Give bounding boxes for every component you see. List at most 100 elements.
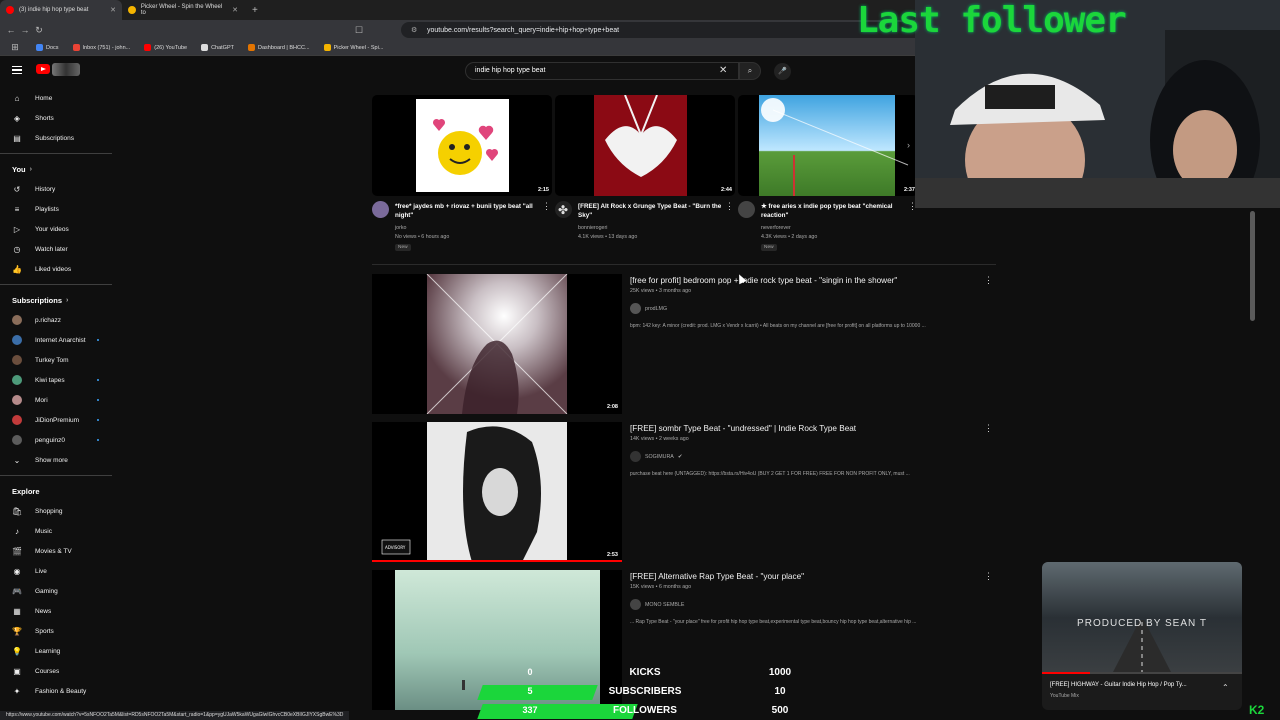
reload-icon[interactable]: ↻ <box>32 25 46 36</box>
short-title[interactable]: *free* jaydes mb + riovaz + bunii type b… <box>395 202 547 220</box>
sidebar-subscriptions-heading[interactable]: Subscriptions › <box>0 290 114 310</box>
channel-name[interactable]: SOGIMURA <box>645 454 674 460</box>
short-title[interactable]: [FREE] Alt Rock x Grunge Type Beat - "Bu… <box>578 202 730 220</box>
search-input[interactable]: indie hip hop type beat <box>465 62 739 80</box>
site-info-icon[interactable]: ⚙ <box>411 26 417 34</box>
sidebar-item-watch-later[interactable]: ◷ Watch later <box>0 239 114 259</box>
youtube-logo-icon[interactable] <box>36 64 50 74</box>
apps-icon[interactable]: ⊞ <box>8 42 22 53</box>
sidebar-item-internet-anarchist[interactable]: Internet Anarchist <box>0 330 114 350</box>
channel-row[interactable]: SOGIMURA ✔ <box>630 451 682 462</box>
back-icon[interactable]: ← <box>4 25 18 35</box>
mini-player[interactable]: PRODUCED BY SEAN T [FREE] HIGHWAY - Guit… <box>1042 562 1242 710</box>
short-thumbnail[interactable]: 2:15 <box>372 95 552 196</box>
short-card[interactable]: 2:37 ★ free aries x indie pop type beat … <box>738 95 918 255</box>
sidebar-item-movies-tv[interactable]: 🎬 Movies & TV <box>0 541 114 561</box>
more-actions-icon[interactable]: ⋮ <box>984 571 993 582</box>
sidebar-item-liked-videos[interactable]: 👍 Liked videos <box>0 259 114 279</box>
bookmark-chatgpt[interactable]: ChatGPT <box>201 44 234 51</box>
channel-name[interactable]: prodLMG <box>645 306 667 312</box>
bookmark-picker-wheel[interactable]: Picker Wheel - Spi... <box>323 44 383 51</box>
video-result[interactable]: ADVISORY 2:53 [FREE] sombr Type Beat - "… <box>372 422 996 564</box>
sidebar-you-heading[interactable]: You › <box>0 159 114 179</box>
sidebar-item-turkey-tom[interactable]: Turkey Tom <box>0 350 114 370</box>
video-thumbnail[interactable]: ADVISORY 2:53 <box>372 422 622 562</box>
short-title[interactable]: ★ free aries x indie pop type beat "chem… <box>761 202 913 220</box>
sidebar-item-home[interactable]: ⌂ Home <box>0 88 114 108</box>
sidebar-item-shorts[interactable]: ◈ Shorts <box>0 108 114 128</box>
channel-avatar[interactable] <box>630 599 641 610</box>
clear-search-icon[interactable]: ✕ <box>719 65 727 76</box>
bookmark-dashboard[interactable]: Dashboard | BHCC... <box>248 44 310 51</box>
close-tab-icon[interactable]: ✕ <box>232 6 238 14</box>
microphone-icon[interactable]: 🎤 <box>774 63 791 80</box>
channel-name[interactable]: MONO SEMBLE <box>645 602 684 608</box>
channel-avatar[interactable] <box>738 201 755 218</box>
channel-avatar[interactable] <box>630 451 641 462</box>
sidebar-item-shopping[interactable]: 🛍 Shopping <box>0 501 114 521</box>
view-meta: 4.1K views • 13 days ago <box>578 234 638 240</box>
channel-avatar[interactable]: ✤ <box>555 201 572 218</box>
sidebar-item-gaming[interactable]: 🎮 Gaming <box>0 581 114 601</box>
show-more-button[interactable]: ⌄ Show more <box>0 450 114 470</box>
search-icon[interactable]: ⌕ <box>739 62 761 80</box>
more-actions-icon[interactable]: ⋮ <box>725 201 734 212</box>
mini-player-progress[interactable] <box>1042 672 1242 674</box>
short-thumbnail[interactable]: 2:37 <box>738 95 918 196</box>
sidebar-item-music[interactable]: ♪ Music <box>0 521 114 541</box>
video-thumbnail[interactable]: 2:08 <box>372 274 622 414</box>
sidebar-item-news[interactable]: ▦ News <box>0 601 114 621</box>
hamburger-menu-icon[interactable] <box>12 66 22 74</box>
channel-row[interactable]: prodLMG <box>630 303 667 314</box>
video-result[interactable]: 2:08 [free for profit] bedroom pop + ind… <box>372 274 996 416</box>
bookmark-star-icon[interactable]: ☐ <box>352 25 366 36</box>
sidebar-item-jidionpremium[interactable]: JiDionPremium <box>0 410 114 430</box>
sidebar-item-playlists[interactable]: ≡ Playlists <box>0 199 114 219</box>
sidebar-item-learning[interactable]: 💡 Learning <box>0 641 114 661</box>
sidebar-item-fashion-beauty[interactable]: ✦ Fashion & Beauty <box>0 681 114 701</box>
video-title[interactable]: [free for profit] bedroom pop + indie ro… <box>630 276 897 285</box>
sidebar-item-p-richazz[interactable]: p.richazz <box>0 310 114 330</box>
shelf-next-chevron-icon[interactable]: › <box>907 140 910 150</box>
chevron-up-icon[interactable]: ⌃ <box>1222 683 1229 692</box>
sidebar-item-your-videos[interactable]: ▷ Your videos <box>0 219 114 239</box>
sidebar-item-subscriptions[interactable]: ▤ Subscriptions <box>0 128 114 148</box>
mini-player-title[interactable]: [FREE] HIGHWAY - Guitar Indie Hip Hop / … <box>1050 682 1187 688</box>
doodle-logo[interactable] <box>52 63 80 76</box>
bookmark-youtube[interactable]: (26) YouTube <box>144 44 187 51</box>
bookmark-docs[interactable]: Docs <box>36 44 59 51</box>
video-title[interactable]: [FREE] Alternative Rap Type Beat - "your… <box>630 572 804 581</box>
sidebar-item-penguinz0[interactable]: penguinz0 <box>0 430 114 450</box>
mini-player-video[interactable]: PRODUCED BY SEAN T <box>1042 562 1242 674</box>
channel-row[interactable]: MONO SEMBLE <box>630 599 684 610</box>
browser-tab-picker-wheel[interactable]: Picker Wheel - Spin the Wheel to ✕ <box>122 0 244 20</box>
channel-avatar[interactable] <box>630 303 641 314</box>
close-tab-icon[interactable]: ✕ <box>110 6 116 14</box>
video-title[interactable]: [FREE] sombr Type Beat - "undressed" | I… <box>630 424 856 433</box>
channel-name[interactable]: neverforever <box>761 225 791 231</box>
new-tab-icon[interactable]: + <box>244 5 266 16</box>
sidebar-item-label: p.richazz <box>35 316 62 324</box>
page-scrollbar[interactable] <box>1250 211 1255 321</box>
sidebar-item-sports[interactable]: 🏆 Sports <box>0 621 114 641</box>
channel-avatar[interactable] <box>372 201 389 218</box>
sidebar-item-label: Playlists <box>35 205 59 213</box>
sidebar-item-courses[interactable]: ▣ Courses <box>0 661 114 681</box>
sidebar-item-history[interactable]: ↺ History <box>0 179 114 199</box>
sidebar-item-mori[interactable]: Mori <box>0 390 114 410</box>
more-actions-icon[interactable]: ⋮ <box>984 423 993 434</box>
tab-label: (3) indie hip hop type beat <box>19 7 89 13</box>
bookmark-inbox[interactable]: Inbox (751) - john... <box>72 44 130 51</box>
channel-name[interactable]: jorko <box>395 225 406 231</box>
sidebar-item-live[interactable]: ◉ Live <box>0 561 114 581</box>
short-card[interactable]: 2:15 *free* jaydes mb + riovaz + bunii t… <box>372 95 552 255</box>
forward-icon[interactable]: → <box>18 25 32 35</box>
short-thumbnail[interactable]: 2:44 <box>555 95 735 196</box>
short-card[interactable]: 2:44 ✤ [FREE] Alt Rock x Grunge Type Bea… <box>555 95 735 255</box>
channel-name[interactable]: bonnierogeri <box>578 225 607 231</box>
more-actions-icon[interactable]: ⋮ <box>984 275 993 286</box>
more-actions-icon[interactable]: ⋮ <box>542 201 551 212</box>
sidebar-item-kiwi-tapes[interactable]: Kiwi tapes <box>0 370 114 390</box>
shorts-shelf: 2:15 *free* jaydes mb + riovaz + bunii t… <box>372 95 918 255</box>
browser-tab-youtube[interactable]: (3) indie hip hop type beat ✕ <box>0 0 122 20</box>
